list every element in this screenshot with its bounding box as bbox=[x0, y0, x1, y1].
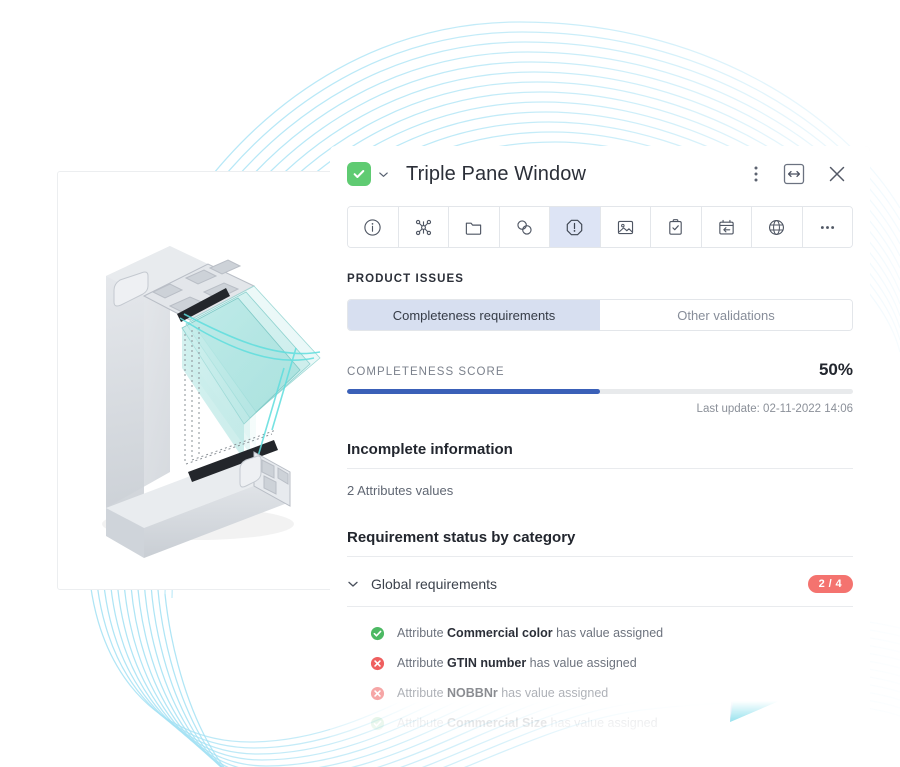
incomplete-information-title: Incomplete information bbox=[347, 441, 513, 458]
status-pass-icon bbox=[370, 716, 385, 731]
requirement-text: Attribute Commercial Size has value assi… bbox=[397, 716, 658, 730]
completeness-score-value: 50% bbox=[818, 360, 853, 379]
requirement-text: Attribute Commercial color has value ass… bbox=[397, 626, 664, 640]
tab-linked-items[interactable] bbox=[499, 207, 550, 247]
tab-more[interactable] bbox=[802, 207, 852, 247]
close-icon bbox=[829, 166, 845, 182]
requirement-text: Attribute GTIN number has value assigned bbox=[397, 656, 637, 670]
close-button[interactable] bbox=[822, 159, 852, 189]
divider bbox=[347, 556, 853, 557]
requirement-list: Attribute Commercial color has value ass… bbox=[330, 618, 870, 738]
tab-other-validations[interactable]: Other validations bbox=[600, 300, 852, 330]
status-pass-icon bbox=[370, 626, 385, 641]
product-detail-panel: Triple Pane Window PRODUCT ISSUES Comple… bbox=[330, 146, 870, 746]
panel-header: Triple Pane Window bbox=[330, 146, 870, 202]
divider bbox=[347, 468, 853, 469]
requirement-attribute-name: Commercial color bbox=[447, 626, 553, 640]
issues-tab-group: Completeness requirements Other validati… bbox=[347, 299, 853, 331]
globe-icon bbox=[769, 219, 785, 235]
linked-circles-icon bbox=[517, 219, 532, 235]
calendar-arrow-icon bbox=[719, 219, 734, 235]
check-icon bbox=[353, 170, 365, 178]
requirement-attribute-name: GTIN number bbox=[447, 656, 527, 670]
expand-horizontal-icon bbox=[783, 163, 805, 185]
page-title: Triple Pane Window bbox=[406, 162, 587, 185]
requirement-attribute-name: Commercial Size bbox=[447, 716, 548, 730]
panel-icon-toolbar bbox=[347, 206, 853, 248]
tab-issues[interactable] bbox=[550, 207, 601, 247]
tab-media[interactable] bbox=[600, 207, 651, 247]
requirement-row[interactable]: Attribute NOBBNr has value assigned bbox=[347, 678, 853, 708]
group-global-requirements[interactable]: Global requirements 2 / 4 bbox=[347, 571, 853, 597]
product-image-card bbox=[57, 171, 357, 590]
tab-channels[interactable] bbox=[752, 207, 803, 247]
completeness-score-row: COMPLETENESS SCORE 50% bbox=[347, 360, 853, 380]
warning-octagon-icon bbox=[566, 219, 583, 235]
status-fail-icon bbox=[370, 656, 385, 671]
incomplete-information-summary: 2 Attributes values bbox=[347, 483, 454, 498]
folder-icon bbox=[466, 222, 482, 235]
requirement-attribute-name: NOBBNr bbox=[447, 686, 498, 700]
tab-tasks[interactable] bbox=[651, 207, 702, 247]
status-fail-icon bbox=[370, 686, 385, 701]
divider bbox=[347, 606, 853, 607]
last-update-text: Last update: 02-11-2022 14:06 bbox=[696, 403, 853, 415]
status-check-badge[interactable] bbox=[347, 162, 371, 186]
triple-pane-window-illustration bbox=[102, 246, 321, 558]
requirement-status-title: Requirement status by category bbox=[347, 529, 576, 546]
screenshot-root: Triple Pane Window PRODUCT ISSUES Comple… bbox=[0, 0, 900, 767]
completeness-progress-fill bbox=[347, 389, 600, 394]
tab-import[interactable] bbox=[701, 207, 752, 247]
more-options-button[interactable] bbox=[745, 159, 767, 189]
completeness-progress-track bbox=[347, 389, 853, 394]
requirement-row[interactable]: Attribute GTIN number has value assigned bbox=[347, 648, 853, 678]
status-chevron-down-icon[interactable] bbox=[378, 169, 389, 180]
ellipsis-icon bbox=[820, 225, 834, 229]
tab-completeness-requirements[interactable]: Completeness requirements bbox=[348, 300, 600, 330]
chevron-down-icon bbox=[347, 578, 365, 590]
kebab-menu-icon bbox=[754, 166, 758, 182]
tab-information[interactable] bbox=[348, 207, 399, 247]
tab-folders[interactable] bbox=[449, 207, 500, 247]
clipboard-check-icon bbox=[669, 218, 683, 235]
tab-relations[interactable] bbox=[398, 207, 449, 247]
info-circle-icon bbox=[364, 218, 381, 236]
status-badge: 2 / 4 bbox=[807, 575, 853, 593]
group-name: Global requirements bbox=[371, 576, 498, 592]
image-icon bbox=[617, 220, 633, 234]
requirement-row[interactable]: Attribute Commercial Size has value assi… bbox=[347, 708, 853, 738]
expand-width-button[interactable] bbox=[779, 159, 809, 189]
requirement-text: Attribute NOBBNr has value assigned bbox=[397, 686, 609, 700]
product-issues-label: PRODUCT ISSUES bbox=[347, 273, 464, 285]
network-nodes-icon bbox=[415, 219, 431, 235]
requirement-row[interactable]: Attribute Commercial color has value ass… bbox=[347, 618, 853, 648]
completeness-score-label: COMPLETENESS SCORE bbox=[347, 366, 505, 378]
